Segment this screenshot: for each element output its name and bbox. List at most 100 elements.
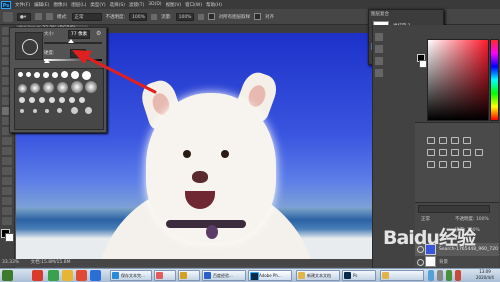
- exposure-icon[interactable]: [463, 137, 471, 144]
- taskbar-app-icon[interactable]: [32, 270, 43, 281]
- blend-mode-select[interactable]: 正常: [421, 216, 430, 222]
- hardness-slider[interactable]: [44, 59, 102, 61]
- brush-preset[interactable]: [29, 97, 35, 103]
- taskbar-app-icon[interactable]: [48, 270, 59, 281]
- zoom-level[interactable]: 33.33%: [2, 260, 19, 265]
- taskbar-window-button[interactable]: 新建文本文档: [296, 270, 340, 281]
- curves-icon[interactable]: [451, 137, 459, 144]
- taskbar-window-button-active[interactable]: Adobe Ph...: [248, 270, 292, 281]
- menu-help[interactable]: 帮助(H): [206, 2, 222, 8]
- taskbar-window-button[interactable]: Ps: [342, 270, 376, 281]
- menu-3d[interactable]: 3D(D): [148, 2, 161, 7]
- menu-view[interactable]: 视图(V): [166, 2, 182, 8]
- brush-preset[interactable]: [57, 82, 68, 93]
- taskbar-window-button[interactable]: 保存文本完...: [110, 270, 152, 281]
- type-tool-icon[interactable]: [2, 177, 12, 185]
- background-color-swatch[interactable]: [419, 60, 427, 68]
- hand-tool-icon[interactable]: [2, 207, 12, 215]
- brush-preset[interactable]: [52, 72, 58, 78]
- brush-preset[interactable]: [45, 109, 49, 113]
- size-field[interactable]: 77 像素: [68, 30, 90, 39]
- blur-tool-icon[interactable]: [2, 147, 12, 155]
- brush-preset[interactable]: [19, 97, 25, 103]
- stamp-tool-icon[interactable]: [3, 11, 13, 22]
- path-select-tool-icon[interactable]: [2, 187, 12, 195]
- size-slider-thumb[interactable]: [68, 39, 74, 43]
- color-picker-field[interactable]: [427, 39, 489, 121]
- brush-preset[interactable]: [71, 71, 79, 79]
- brush-preset[interactable]: [20, 109, 24, 113]
- brush-preset[interactable]: [85, 107, 92, 114]
- gradient-tool-icon[interactable]: [2, 137, 12, 145]
- brush-preset[interactable]: [82, 71, 91, 80]
- taskbar-app-icon[interactable]: [62, 270, 73, 281]
- brightness-contrast-icon[interactable]: [427, 137, 435, 144]
- hardness-slider-thumb[interactable]: [44, 59, 50, 63]
- brush-preset[interactable]: [59, 97, 65, 103]
- brush-preset[interactable]: [69, 97, 75, 103]
- gradient-map-icon[interactable]: [463, 161, 471, 168]
- brush-preset-picker[interactable]: ●▾: [17, 12, 31, 21]
- taskbar-window-button[interactable]: [154, 270, 176, 281]
- tray-app-icon[interactable]: [455, 270, 461, 281]
- opacity-field[interactable]: 100%: [129, 12, 148, 21]
- toggle-clone-source-icon[interactable]: [46, 13, 53, 20]
- brush-preset[interactable]: [26, 72, 31, 77]
- pen-tool-icon[interactable]: [2, 167, 12, 175]
- hue-saturation-icon[interactable]: [439, 149, 447, 156]
- brush-preset[interactable]: [39, 97, 45, 103]
- brush-preset[interactable]: [33, 109, 37, 113]
- threshold-icon[interactable]: [451, 161, 459, 168]
- paragraph-panel-icon[interactable]: [375, 69, 383, 77]
- layer-filter-bar[interactable]: [418, 205, 490, 213]
- levels-icon[interactable]: [439, 137, 447, 144]
- menu-select[interactable]: 选择(S): [110, 2, 125, 8]
- menu-type[interactable]: 类型(Y): [90, 2, 105, 8]
- brush-preset[interactable]: [43, 72, 49, 78]
- menu-image[interactable]: 图像(I): [53, 2, 67, 8]
- start-button-icon[interactable]: [2, 270, 13, 281]
- brush-preset[interactable]: [71, 81, 83, 93]
- taskbar-window-button[interactable]: 百度经验...: [202, 270, 246, 281]
- taskbar-clock[interactable]: 13:09 2020/4/4: [470, 269, 500, 282]
- tray-app-icon[interactable]: [446, 270, 452, 281]
- airbrush-icon[interactable]: [197, 13, 204, 20]
- aligned-checkbox[interactable]: [254, 13, 262, 20]
- brush-preset[interactable]: [61, 71, 68, 78]
- brush-preset[interactable]: [18, 72, 23, 77]
- brush-preset-grid[interactable]: [14, 68, 104, 130]
- taskbar-window-button[interactable]: [380, 270, 424, 281]
- black-white-icon[interactable]: [463, 149, 471, 156]
- flow-field[interactable]: 100%: [175, 12, 194, 21]
- tray-volume-icon[interactable]: [437, 270, 443, 281]
- eye-visibility-icon[interactable]: [417, 259, 424, 266]
- menu-filter[interactable]: 滤镜(T): [129, 2, 144, 8]
- dodge-tool-icon[interactable]: [2, 157, 12, 165]
- zoom-tool-icon[interactable]: [2, 217, 12, 225]
- vibrance-icon[interactable]: [427, 149, 435, 156]
- menu-window[interactable]: 窗口(W): [185, 2, 202, 8]
- posterize-icon[interactable]: [439, 161, 447, 168]
- layer-opacity-field[interactable]: 不透明度: 100%: [455, 216, 489, 222]
- color-swatches[interactable]: [1, 229, 14, 242]
- character-panel-icon[interactable]: [375, 57, 383, 65]
- brush-preset[interactable]: [30, 83, 40, 93]
- sample-all-checkbox[interactable]: [207, 13, 215, 20]
- brush-preset[interactable]: [79, 97, 85, 103]
- properties-panel-icon[interactable]: [375, 45, 383, 53]
- background-layer-row[interactable]: 背景: [415, 256, 499, 268]
- menu-edit[interactable]: 编辑(E): [34, 2, 49, 8]
- taskbar-window-button[interactable]: [178, 270, 200, 281]
- brush-preset[interactable]: [18, 84, 27, 93]
- pressure-opacity-icon[interactable]: [151, 13, 158, 20]
- history-panel-icon[interactable]: [375, 33, 383, 41]
- color-balance-icon[interactable]: [451, 149, 459, 156]
- brush-preset[interactable]: [57, 108, 62, 113]
- gear-icon[interactable]: ⚙: [96, 30, 103, 37]
- taskbar-app-icon[interactable]: [76, 270, 87, 281]
- background-layer-name[interactable]: 背景: [439, 259, 448, 265]
- menu-file[interactable]: 文件(F): [15, 2, 30, 8]
- brush-preset[interactable]: [49, 97, 55, 103]
- invert-icon[interactable]: [427, 161, 435, 168]
- brush-preset[interactable]: [34, 72, 40, 78]
